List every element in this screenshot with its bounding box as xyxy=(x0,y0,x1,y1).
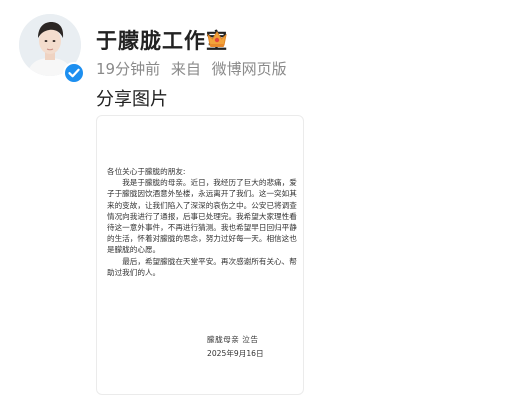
post-source: 微博网页版 xyxy=(211,60,287,78)
letter-paragraph-2: 最后，希望朦胧在天堂平安。再次感谢所有关心、帮助过我们的人。 xyxy=(107,256,297,277)
letter-body: 各位关心于朦胧的朋友: 我是于朦胧的母亲。近日，我经历了巨大的悲痛，爱子于朦胧因… xyxy=(107,166,297,278)
letter-date: 2025年9月16日 xyxy=(207,349,264,358)
post-text: 分享图片 xyxy=(96,89,168,110)
post-time[interactable]: 19分钟前 xyxy=(96,60,160,78)
verified-badge-icon xyxy=(63,62,85,84)
crown-icon[interactable] xyxy=(206,29,228,49)
letter-greeting: 各位关心于朦胧的朋友: xyxy=(107,167,186,176)
post-image[interactable]: 各位关心于朦胧的朋友: 我是于朦胧的母亲。近日，我经历了巨大的悲痛，爱子于朦胧因… xyxy=(96,115,304,395)
letter-paragraph-1: 我是于朦胧的母亲。近日，我经历了巨大的悲痛，爱子于朦胧因饮酒意外坠楼，永远离开了… xyxy=(107,178,297,255)
letter-signature: 朦胧母亲 泣告 xyxy=(207,335,259,344)
post-meta: 19分钟前 来自 微博网页版 xyxy=(96,58,293,79)
source-prefix: 来自 xyxy=(170,60,201,78)
letter-signature-block: 朦胧母亲 泣告 2025年9月16日 xyxy=(207,334,264,360)
